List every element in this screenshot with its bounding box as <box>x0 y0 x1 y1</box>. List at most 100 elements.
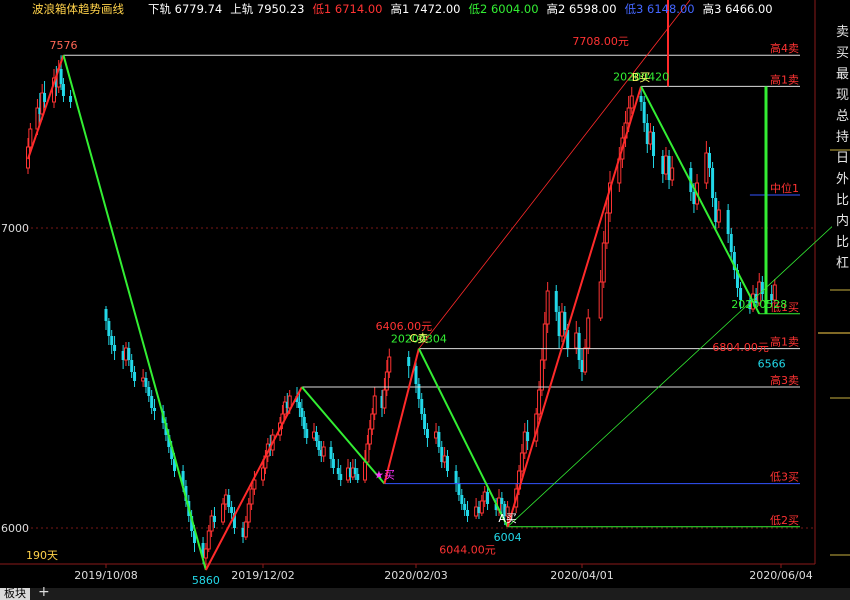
candle-body <box>223 494 228 505</box>
wave-segment <box>62 54 207 571</box>
candle-body <box>559 311 564 337</box>
candle-body <box>434 431 439 439</box>
candle-body <box>130 360 134 372</box>
indicator-item: 高3 6466.00 <box>703 2 773 16</box>
channel-upper-line <box>418 0 691 349</box>
y-tick-label: 6000 <box>1 522 29 535</box>
candle-body <box>580 360 584 372</box>
price-label: 6044.00元 <box>439 544 496 557</box>
candle-body <box>141 377 146 382</box>
candle-body <box>321 446 326 457</box>
add-tab-button[interactable]: + <box>38 585 50 599</box>
candle-body <box>336 468 340 474</box>
candle-body <box>317 441 321 450</box>
indicator-item: 低1 6714.00 <box>312 2 382 16</box>
indicator-item: 上轨 7950.23 <box>230 2 304 16</box>
candle-body <box>414 366 418 384</box>
wave-segment <box>506 86 643 528</box>
candle-body <box>302 417 306 429</box>
candle-body <box>59 69 63 84</box>
candle-body <box>365 443 370 463</box>
candle-body <box>445 456 449 471</box>
candle-body <box>537 389 542 415</box>
kline-chart[interactable]: 7000 6000 2019/10/08 2019/12/02 2020/02/03 20… <box>0 0 850 600</box>
candle-body <box>460 495 464 504</box>
candle-body <box>442 455 447 463</box>
level-label: 高1卖 <box>770 72 799 86</box>
candle-body <box>598 281 603 319</box>
tab-sector[interactable]: 板块 <box>0 588 30 600</box>
candle-body <box>329 447 333 459</box>
level-label: 中位1 <box>770 181 799 195</box>
candle-body <box>382 389 387 409</box>
candle-body <box>454 471 458 483</box>
indicator-item: 低2 6004.00 <box>469 2 539 16</box>
x-tick-label: 2019/12/02 <box>231 569 294 582</box>
price-label: 6566 <box>758 358 786 371</box>
candle-body <box>457 483 461 495</box>
candle-body <box>363 461 367 481</box>
candle-body <box>645 123 649 144</box>
signal-marker: B买 <box>632 71 651 84</box>
indicator-item: 下轨 6779.74 <box>148 2 222 16</box>
candle-body <box>297 402 301 408</box>
grid-layer: 7000 6000 2019/10/08 2019/12/02 2020/02/03 20… <box>0 0 816 582</box>
side-panel-label: 内 <box>836 213 849 229</box>
y-tick-label: 7000 <box>1 222 29 235</box>
side-panel-label: 日 <box>836 151 849 166</box>
candle-body <box>417 384 421 399</box>
candle-body <box>519 452 524 472</box>
signal-marker: ★买 <box>374 469 395 482</box>
candle-body <box>212 516 216 522</box>
indicator-values: 下轨 6779.74 上轨 7950.23 低1 6714.00 高1 7472.00… <box>148 2 773 16</box>
candle-body <box>726 210 730 234</box>
candle-body <box>526 432 530 441</box>
candle-body <box>387 356 392 373</box>
side-panel-bg <box>832 0 850 560</box>
candle-body <box>663 155 668 175</box>
candle-body <box>661 156 665 174</box>
candle-body <box>667 156 671 180</box>
level-label: 高1卖 <box>770 335 799 349</box>
indicator-item: 高1 7472.00 <box>390 2 460 16</box>
level-label: 低2买 <box>770 514 799 527</box>
candle-body <box>110 336 114 345</box>
side-panel-label: 外 <box>836 172 849 187</box>
x-tick-label: 2020/06/04 <box>749 569 812 582</box>
candle-body <box>522 431 527 454</box>
indicator-item: 高2 6598.00 <box>547 2 617 16</box>
level-label: 高4卖 <box>770 41 799 55</box>
candle-body <box>133 372 137 381</box>
candle-body <box>206 530 211 550</box>
x-tick-label: 2020/02/03 <box>384 569 447 582</box>
side-panel-label: 持 <box>836 130 849 145</box>
candle-body <box>246 503 251 523</box>
candle-body <box>479 500 484 514</box>
candle-body <box>104 309 108 321</box>
candle-body <box>482 491 487 502</box>
candle-body <box>670 167 675 181</box>
x-tick-label: 2020/04/01 <box>550 569 613 582</box>
candle-body <box>314 432 318 441</box>
candle-body <box>711 168 715 198</box>
wave-segment <box>27 54 65 160</box>
candle-body <box>586 317 591 349</box>
candle-body <box>729 234 733 252</box>
candle-body <box>437 432 441 447</box>
candle-body <box>692 192 696 204</box>
candle-body <box>629 95 634 109</box>
candle-body <box>539 359 544 391</box>
candle-body <box>423 414 427 429</box>
indicator-name: 波浪箱体趋势画线 <box>32 2 124 16</box>
indicator-item: 低3 6148.00 <box>625 2 695 16</box>
candle-body <box>305 429 309 438</box>
candle-body <box>554 291 558 312</box>
candle-body <box>407 357 411 366</box>
candle-body <box>147 387 151 396</box>
wave-point-label: 7576 <box>49 39 77 52</box>
candle-layer <box>26 55 777 570</box>
candle-body <box>574 332 579 349</box>
wave-segment <box>205 386 303 571</box>
side-panel-label: 最 <box>836 67 849 82</box>
candle-body <box>331 459 335 468</box>
